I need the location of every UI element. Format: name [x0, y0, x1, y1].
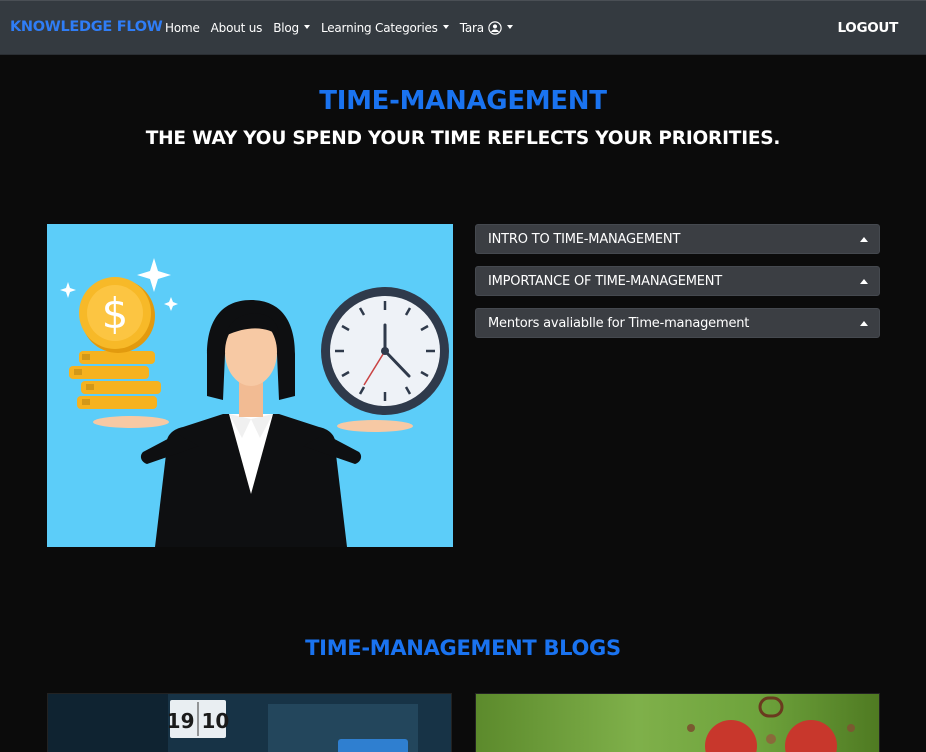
dollar-sign-icon: $: [102, 289, 129, 338]
caret-up-icon: [860, 320, 868, 326]
topic-accordion: INTRO TO TIME-MANAGEMENT IMPORTANCE OF T…: [475, 224, 880, 350]
blog-card[interactable]: [475, 693, 880, 752]
sparkle-icon: [164, 297, 178, 311]
caret-up-icon: [860, 278, 868, 284]
accordion-item-label: Mentors avaliablle for Time-management: [488, 315, 750, 331]
brand-logo[interactable]: KNOWLEDGE FLOW: [10, 19, 163, 35]
accordion-item-label: IMPORTANCE OF TIME-MANAGEMENT: [488, 273, 723, 289]
blog-thumbnail-image: [687, 696, 855, 752]
user-name: Tara: [459, 21, 484, 35]
flip-clock-digits: 19 10: [167, 709, 230, 733]
blog-card[interactable]: 19 10: [47, 693, 452, 752]
accordion-item-mentors[interactable]: Mentors avaliablle for Time-management: [475, 308, 880, 338]
nav-item-learning-categories[interactable]: Learning Categories: [321, 21, 449, 35]
accordion-item-label: INTRO TO TIME-MANAGEMENT: [488, 231, 681, 247]
navbar: KNOWLEDGE FLOW Home About us Blog Learni…: [0, 0, 926, 55]
accordion-item-importance[interactable]: IMPORTANCE OF TIME-MANAGEMENT: [475, 266, 880, 296]
logout-button[interactable]: LOGOUT: [837, 20, 898, 36]
sparkle-icon: [60, 282, 76, 298]
nav-item-label: Learning Categories: [320, 21, 438, 35]
caret-down-icon: [442, 25, 449, 29]
nav-item-label: Home: [165, 21, 200, 35]
blogs-section-title: TIME-MANAGEMENT BLOGS: [305, 636, 621, 660]
illustration-graphic: $: [60, 258, 449, 547]
user-circle-icon: [488, 21, 502, 35]
sparkle-icon: [137, 258, 171, 292]
caret-down-icon: [506, 25, 513, 29]
blog-thumbnail-image: 19 10: [48, 694, 451, 752]
nav-item-label: Blog: [273, 21, 299, 35]
page-title: TIME-MANAGEMENT: [319, 86, 607, 116]
caret-up-icon: [860, 236, 868, 242]
nav-item-blog[interactable]: Blog: [273, 21, 310, 35]
nav-item-home[interactable]: Home: [165, 21, 200, 35]
nav-item-label: About us: [210, 21, 263, 35]
nav-list: Home About us Blog Learning Categories T…: [165, 21, 524, 35]
time-management-illustration: $: [47, 224, 453, 547]
accordion-item-intro[interactable]: INTRO TO TIME-MANAGEMENT: [475, 224, 880, 254]
nav-item-user[interactable]: Tara: [460, 21, 513, 35]
nav-item-about[interactable]: About us: [211, 21, 263, 35]
page-subtitle: THE WAY YOU SPEND YOUR TIME REFLECTS YOU…: [145, 128, 781, 149]
caret-down-icon: [303, 25, 310, 29]
